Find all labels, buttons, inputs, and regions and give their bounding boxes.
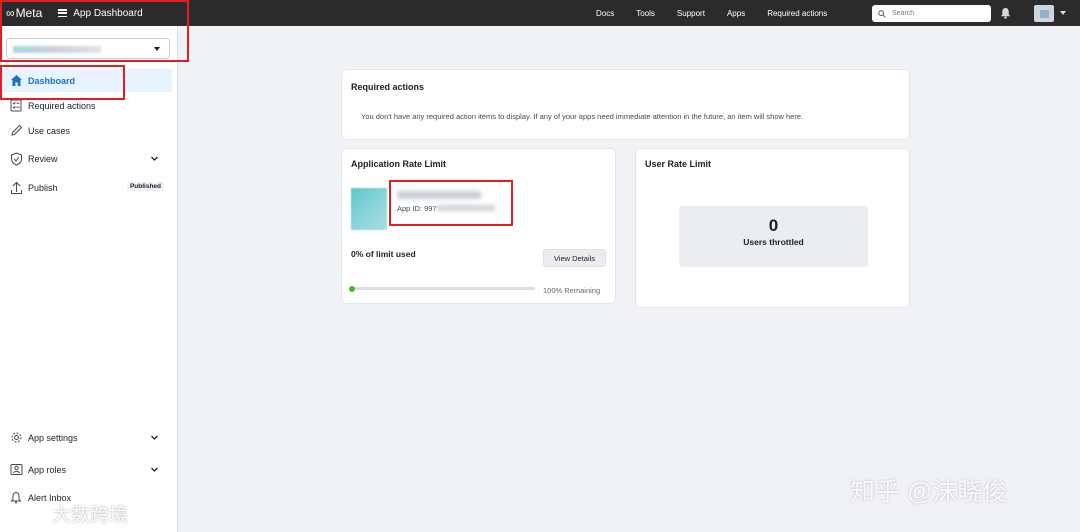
- gear-icon: [9, 431, 23, 445]
- users-throttled-count: 0: [768, 216, 779, 235]
- sidebar-item-label: App settings: [28, 432, 78, 443]
- nav-docs[interactable]: Docs: [596, 9, 614, 18]
- upload-icon: [9, 181, 23, 195]
- application-rate-limit-title: Application Rate Limit: [351, 159, 447, 169]
- status-badge: Published: [126, 182, 164, 191]
- highlight-box-app-id: [389, 180, 513, 226]
- highlight-box-dashboard: [0, 65, 125, 100]
- account-avatar[interactable]: [1034, 5, 1054, 22]
- user-rate-limit-card: User Rate Limit 0 Users throttled: [635, 148, 910, 308]
- sidebar-item-label: Review: [28, 153, 58, 164]
- required-actions-message: You don't have any required action items…: [361, 112, 804, 121]
- search-input[interactable]: [892, 10, 987, 17]
- chevron-down-icon: [151, 156, 158, 161]
- sidebar-item-app-settings[interactable]: App settings: [0, 426, 172, 449]
- checklist-icon: [9, 99, 23, 113]
- nav-tools[interactable]: Tools: [636, 9, 655, 18]
- application-rate-limit-card: Application Rate Limit App ID: 997 0% of…: [341, 148, 616, 304]
- limit-used-text: 0% of limit used: [351, 249, 416, 259]
- users-throttled-label: Users throttled: [743, 237, 804, 247]
- sidebar-item-label: Required actions: [28, 100, 96, 111]
- required-actions-card: Required actions You don't have any requ…: [341, 69, 910, 140]
- users-throttled-box: 0 Users throttled: [679, 206, 868, 267]
- progress-indicator: [349, 285, 355, 292]
- sidebar-item-use-cases[interactable]: Use cases: [0, 119, 172, 142]
- sidebar-item-label: Use cases: [28, 125, 71, 136]
- pencil-icon: [9, 124, 23, 138]
- rate-limit-progress-bar: [349, 285, 535, 292]
- remaining-text: 100% Remaining: [543, 286, 601, 295]
- search-box[interactable]: [872, 5, 991, 22]
- watermark-dashujingjing: 大数跨境: [52, 505, 129, 526]
- top-nav: Docs Tools Support Apps Required actions: [596, 0, 849, 26]
- search-icon: [878, 9, 886, 18]
- account-caret-icon[interactable]: [1060, 11, 1066, 15]
- highlight-box-header: [0, 0, 189, 62]
- view-details-button[interactable]: View Details: [543, 249, 606, 267]
- chevron-down-icon: [151, 467, 158, 472]
- chevron-down-icon: [151, 435, 158, 440]
- shield-check-icon: [9, 151, 23, 166]
- required-actions-title: Required actions: [351, 82, 425, 92]
- sidebar-item-review[interactable]: Review: [0, 147, 172, 170]
- person-badge-icon: [9, 463, 23, 477]
- user-rate-limit-title: User Rate Limit: [645, 159, 712, 169]
- nav-required-actions[interactable]: Required actions: [767, 9, 827, 18]
- sidebar-item-app-roles[interactable]: App roles: [0, 458, 172, 481]
- sidebar-item-publish[interactable]: Publish Published: [0, 176, 172, 199]
- sidebar-item-label: Publish: [28, 182, 58, 193]
- notifications-bell-icon[interactable]: [1000, 7, 1011, 19]
- bell-icon: [9, 491, 23, 505]
- nav-support[interactable]: Support: [677, 9, 705, 18]
- watermark-zhihu: 知乎 @沫晓俊: [850, 478, 1008, 506]
- app-icon: [351, 188, 387, 230]
- sidebar-item-label: App roles: [28, 464, 67, 475]
- sidebar: Dashboard Required actions Use cases Rev…: [0, 26, 178, 532]
- nav-apps[interactable]: Apps: [727, 9, 745, 18]
